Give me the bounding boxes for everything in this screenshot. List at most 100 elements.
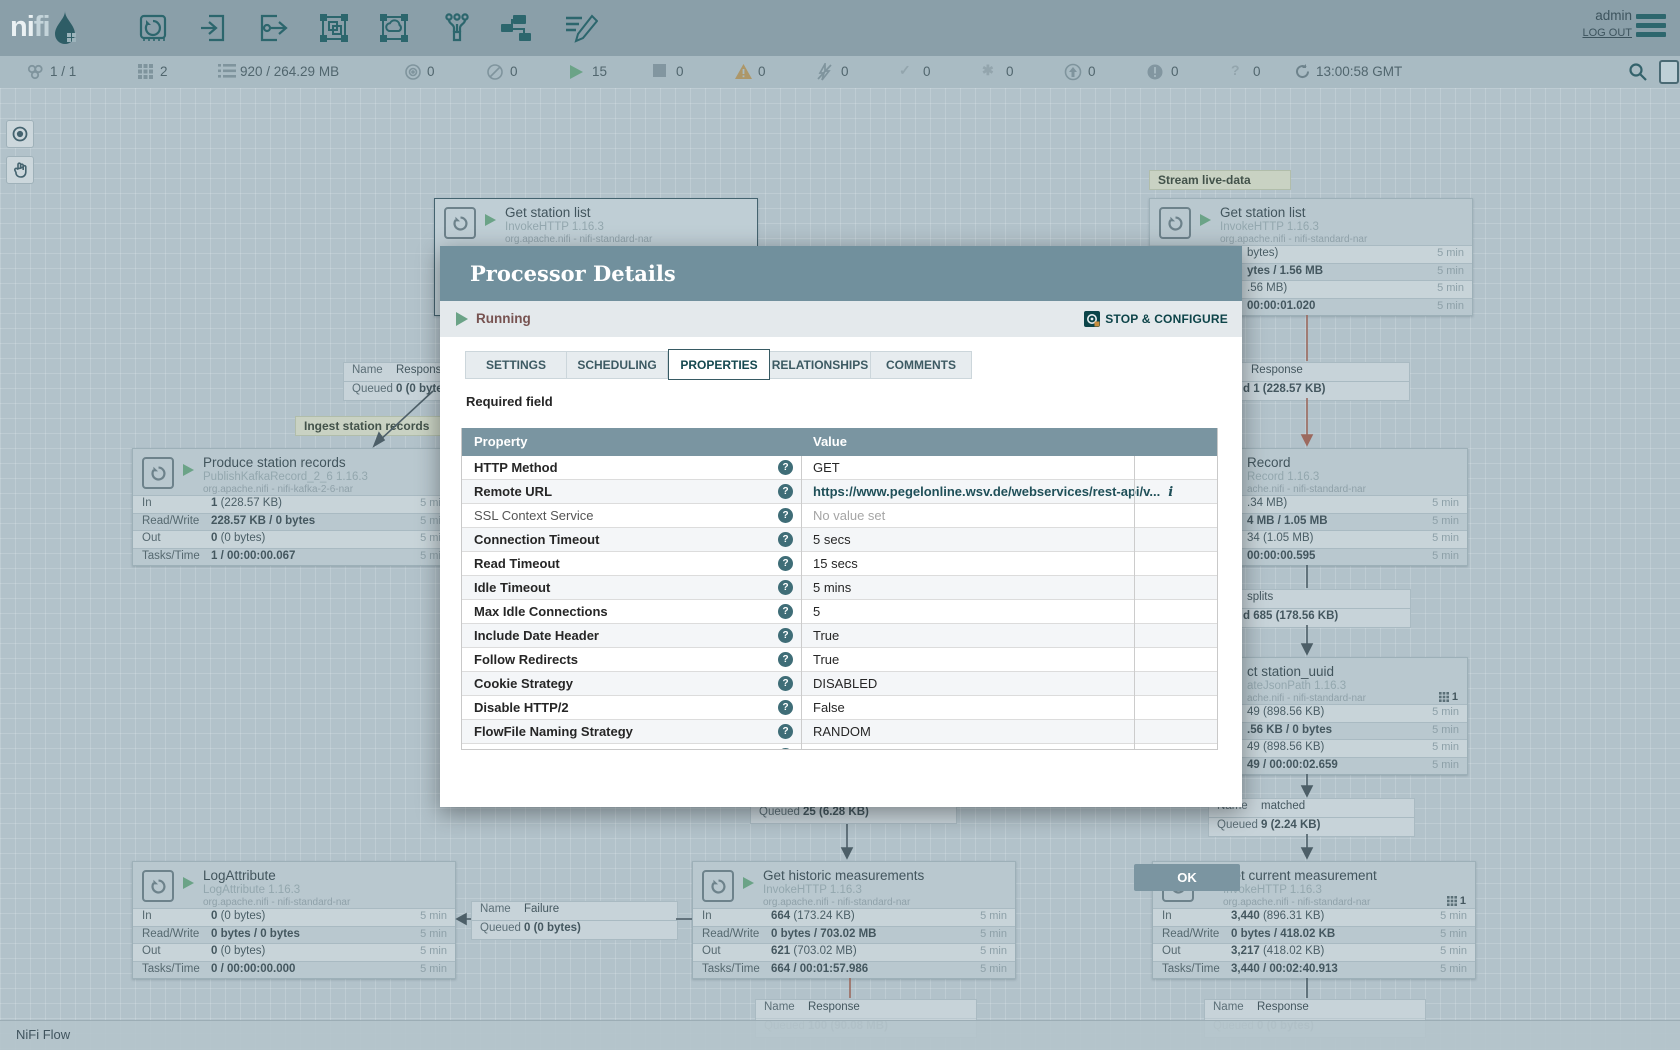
processor-get-historic-measurements[interactable]: Get historic measurements InvokeHTTP 1.1… [692, 861, 1016, 979]
help-icon[interactable]: ? [778, 700, 793, 715]
connection-label-failure[interactable]: NameFailure Queued0 (0 bytes) [471, 901, 678, 940]
processor-title: Get current measurement [1223, 868, 1377, 883]
processor-bundle: org.apache.nifi - nifi-standard-nar [763, 897, 910, 908]
processor-type: InvokeHTTP 1.16.3 [763, 884, 862, 896]
last-refresh-time: 13:00:58 GMT [1316, 64, 1402, 79]
property-row[interactable]: FlowFile Naming Strategy?RANDOM [462, 720, 1217, 744]
stat-row: In0 (0 bytes)5 min [133, 908, 455, 926]
stat-row: Out0 (0 bytes)5 min [133, 943, 455, 961]
refresh-icon[interactable] [1294, 63, 1311, 81]
property-row[interactable]: Max Idle Connections?5 [462, 600, 1217, 624]
global-menu-icon[interactable] [1636, 14, 1668, 40]
help-icon[interactable]: ? [778, 460, 793, 475]
property-row[interactable]: Cookie Strategy?DISABLED [462, 672, 1217, 696]
help-icon[interactable]: ? [778, 748, 793, 749]
tab-comments[interactable]: COMMENTS [871, 351, 972, 379]
processor-stats: .34 MB)5 min 4 MB / 1.05 MB5 min 34 (1.0… [1206, 495, 1467, 565]
property-row[interactable]: Follow Redirects?True [462, 648, 1217, 672]
tab-settings[interactable]: SETTINGS [465, 351, 567, 379]
up-to-date-count: 0 [923, 64, 931, 79]
processor-title: Get historic measurements [763, 868, 924, 883]
thread-count-badge: 1 [1439, 691, 1458, 703]
processor-record-partial[interactable]: Record Record 1.16.3 ache.nifi - nifi-st… [1205, 448, 1468, 566]
logo-text: ni [10, 11, 34, 44]
property-row[interactable]: Disable HTTP/2?False [462, 696, 1217, 720]
thread-count-badge: 1 [1447, 895, 1466, 907]
stat-row: 49 (898.56 KB)5 min [1206, 704, 1467, 722]
processor-icon [1159, 207, 1191, 239]
help-icon[interactable]: ? [778, 676, 793, 691]
info-icon[interactable]: i [1168, 485, 1173, 500]
breadcrumb-bar: NiFi Flow [0, 1020, 1680, 1050]
running-status-icon [1200, 214, 1211, 226]
canvas-label-stream-live-data[interactable]: Stream live-data [1149, 170, 1291, 190]
stat-row: 4 MB / 1.05 MB5 min [1206, 513, 1467, 531]
tab-properties[interactable]: PROPERTIES [668, 349, 770, 380]
new-label-icon[interactable] [562, 12, 594, 44]
stop-configure-label: STOP & CONFIGURE [1105, 312, 1228, 326]
help-icon[interactable]: ? [778, 532, 793, 547]
search-icon[interactable] [1628, 62, 1648, 80]
new-processor-icon[interactable] [137, 12, 169, 44]
run-status-text: Running [476, 301, 531, 337]
property-row[interactable]: Include Date Header?True [462, 624, 1217, 648]
new-process-group-icon[interactable] [318, 12, 350, 44]
app-header: nifi admin LOG OUT [0, 0, 1680, 56]
nifi-app: nifi admin LOG OUT 1 / 1 2 920 / 264.29 … [0, 0, 1680, 1050]
property-row[interactable]: Connection Timeout?5 secs [462, 528, 1217, 552]
stat-row: 34 (1.05 MB)5 min [1206, 530, 1467, 548]
help-icon[interactable]: ? [778, 604, 793, 619]
birdseye-icon[interactable] [6, 120, 34, 148]
processor-extract-station-uuid-partial[interactable]: ct station_uuid ateJsonPath 1.16.3 ache.… [1205, 657, 1468, 775]
property-row[interactable]: Idle Timeout?5 mins [462, 576, 1217, 600]
property-row[interactable]: SSL Context Service?No value set [462, 504, 1217, 528]
connection-name: NameResponse [1205, 1000, 1425, 1018]
help-icon[interactable]: ? [778, 628, 793, 643]
processor-produce-station-records[interactable]: Produce station records PublishKafkaReco… [132, 448, 456, 566]
bulletin-panel-icon[interactable] [1658, 59, 1680, 77]
running-status-icon [743, 877, 754, 889]
help-icon[interactable]: ? [778, 484, 793, 499]
connection-label-queued-25[interactable]: Queued25 (6.28 KB) [750, 804, 957, 824]
property-row[interactable]: HTTP Method?GET [462, 456, 1217, 480]
column-value: Value [813, 428, 847, 456]
new-remote-process-group-icon[interactable] [378, 12, 410, 44]
connection-label-splits[interactable]: splits d 685 (178.56 KB) [1221, 589, 1411, 628]
ok-button[interactable]: OK [1134, 864, 1240, 891]
transmitting-icon [404, 63, 422, 81]
new-funnel-icon[interactable] [441, 12, 473, 44]
connection-name: NameFailure [472, 902, 677, 920]
processor-type: InvokeHTTP 1.16.3 [1220, 221, 1319, 233]
processor-bundle: ache.nifi - nifi-standard-nar [1247, 484, 1366, 495]
dialog-body: SETTINGS SCHEDULING PROPERTIES RELATIONS… [440, 337, 1242, 807]
pan-hand-icon[interactable] [6, 156, 34, 184]
property-row[interactable]: Remote URL?https://www.pegelonline.wsv.d… [462, 480, 1217, 504]
help-icon[interactable]: ? [778, 508, 793, 523]
locally-modified-stale-icon [1146, 63, 1164, 81]
processor-title: LogAttribute [203, 868, 276, 883]
processor-stats: In1 (228.57 KB)5 min Read/Write228.57 KB… [133, 495, 455, 565]
tab-scheduling[interactable]: SCHEDULING [567, 351, 668, 379]
processor-title: Get station list [1220, 205, 1306, 220]
running-status-icon [456, 312, 468, 326]
processor-log-attribute[interactable]: LogAttribute LogAttribute 1.16.3 org.apa… [132, 861, 456, 979]
processor-icon [444, 207, 476, 239]
stat-row: Tasks/Time1 / 00:00:00.0675 min [133, 548, 455, 566]
logout-link[interactable]: LOG OUT [1582, 27, 1632, 39]
stop-and-configure-button[interactable]: STOP & CONFIGURE [1084, 301, 1228, 337]
new-output-port-icon[interactable] [257, 12, 289, 44]
property-row[interactable]: Read Timeout?15 secs [462, 552, 1217, 576]
help-icon[interactable]: ? [778, 724, 793, 739]
transmitting-count: 0 [427, 64, 435, 79]
help-icon[interactable]: ? [778, 652, 793, 667]
help-icon[interactable]: ? [778, 556, 793, 571]
column-divider [801, 456, 802, 749]
properties-table-body: HTTP Method?GET Remote URL?https://www.p… [462, 456, 1217, 749]
help-icon[interactable]: ? [778, 580, 793, 595]
canvas-label-ingest-station-records[interactable]: Ingest station records [295, 416, 445, 436]
property-row-clipped[interactable]: Attributes to Send?No value set [462, 744, 1217, 749]
new-template-icon[interactable] [499, 12, 531, 44]
breadcrumb[interactable]: NiFi Flow [16, 1027, 70, 1042]
new-input-port-icon[interactable] [197, 12, 229, 44]
processor-stats: In0 (0 bytes)5 min Read/Write0 bytes / 0… [133, 908, 455, 978]
